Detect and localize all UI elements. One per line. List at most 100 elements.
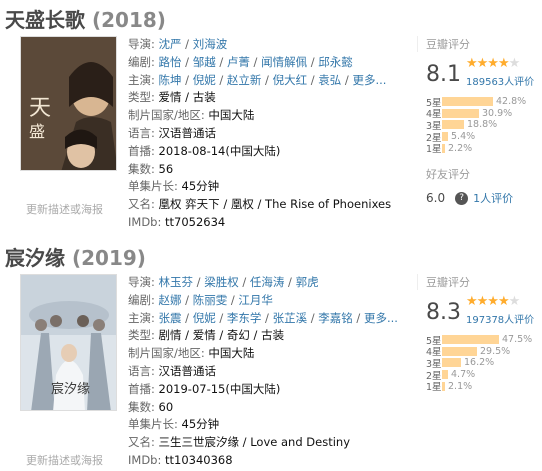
rating-breakdown: 5星 42.8% 4星 30.9% 3星 18.8% 2星 5.4% 1星 2.2% [426,96,538,156]
writer-link[interactable]: 邹越 [193,55,216,69]
rating-header: 豆瓣评分 [426,276,470,289]
rating-bar [442,120,464,130]
bar-row-3: 3星 16.2% [426,357,495,370]
premiere-row: 首播: 2019-07-15(中国大陆) [128,381,281,396]
rating-score: 8.3 [426,300,461,325]
friends-header: 好友评分 [426,168,470,181]
info-panel: 导演: 沈严 / 刘海波 编剧: 路怡 / 邹越 / 卢菁 / 闻情解佩 / 邱… [128,36,398,232]
update-poster-link[interactable]: 更新描述或海报 [26,201,103,217]
rating-bar [442,358,461,368]
writer-link[interactable]: 江月华 [238,293,273,307]
poster-image[interactable]: 天 盛 [20,36,117,171]
writer-link[interactable]: 陈丽雯 [193,293,228,307]
language-row: 语言: 汉语普通话 [128,125,217,140]
region-value: 中国大陆 [208,108,255,123]
director-link[interactable]: 任海涛 [250,275,285,289]
runtime-row: 单集片长: 45分钟 [128,179,220,194]
cast-link[interactable]: 倪大红 [273,73,308,87]
more-cast-link[interactable]: 更多... [352,73,386,87]
director-link[interactable]: 梁胜权 [204,275,239,289]
drama-title[interactable]: 宸汐缘 (2019) [5,242,146,271]
votes-link[interactable]: 189563人评价 [466,73,534,88]
imdb-row: IMDb: tt10340368 [128,452,233,467]
writer-link[interactable]: 卢菁 [227,55,250,69]
cast-link[interactable]: 陈坤 [159,73,182,87]
bar-row-5: 5星 42.8% [426,96,527,109]
director-link[interactable]: 林玉芬 [159,275,194,289]
cast-link[interactable]: 张芷溪 [273,311,308,325]
director-link[interactable]: 郭虎 [296,275,319,289]
poster-image[interactable]: 宸汐缘 [20,274,117,411]
cast-link[interactable]: 袁弘 [318,73,341,87]
title-text[interactable]: 宸汐缘 [5,246,65,270]
premiere-value: 2019-07-15(中国大陆) [158,381,281,396]
cast-link[interactable]: 赵立新 [227,73,262,87]
friends-rating: 好友评分 6.0 ? 1人评价 [426,166,541,206]
rating-score: 8.1 [426,62,461,87]
votes-link[interactable]: 197378人评价 [466,311,534,326]
region-row: 制片国家/地区: 中国大陆 [128,108,255,123]
writer-link[interactable]: 邱永懿 [318,55,353,69]
rating-panel: 豆瓣评分 8.3 ★★★★★ 197378人评价 5星 47.5% 4星 29.5%… [417,274,537,393]
episodes-value: 60 [158,399,174,414]
aka-value: 凰权 弈天下 / 凰权 / The Rise of Phoenixes [158,197,392,212]
director-row: 导演: 林玉芬 / 梁胜权 / 任海涛 / 郭虎 [128,275,319,289]
friends-score: 6.0 [426,191,446,205]
premiere-value: 2018-08-14(中国大陆) [158,143,281,158]
aka-row: 又名: 凰权 弈天下 / 凰权 / The Rise of Phoenixes [128,197,392,212]
update-poster-link[interactable]: 更新描述或海报 [26,452,103,468]
aka-value: 三生三世宸汐缘 / Love and Destiny [158,435,351,450]
episodes-row: 集数: 56 [128,161,174,176]
year-text: (2018) [91,8,166,32]
region-value: 中国大陆 [208,346,255,361]
cast-link[interactable]: 李嘉铭 [318,311,353,325]
svg-text:天: 天 [29,96,51,121]
rating-bar [442,381,445,391]
rating-stars: ★★★★★ [466,56,520,71]
cast-row: 主演: 陈坤 / 倪妮 / 赵立新 / 倪大红 / 袁弘 / 更多... [128,72,387,87]
cast-link[interactable]: 倪妮 [193,73,216,87]
cast-link[interactable]: 倪妮 [193,311,216,325]
runtime-value: 45分钟 [181,179,220,194]
imdb-value: tt7052634 [165,214,226,229]
rating-bar [442,132,448,142]
rating-stars: ★★★★★ [466,294,520,309]
region-row: 制片国家/地区: 中国大陆 [128,346,255,361]
rating-bar [442,370,448,380]
language-value: 汉语普通话 [158,125,217,140]
friends-count-link[interactable]: 1人评价 [473,190,513,206]
director-row: 导演: 沈严 / 刘海波 [128,37,228,51]
more-cast-link[interactable]: 更多... [364,311,398,325]
writer-link[interactable]: 闻情解佩 [261,55,307,69]
user-avatar-icon: ? [455,191,469,205]
language-row: 语言: 汉语普通话 [128,363,217,378]
svg-text:盛: 盛 [29,122,45,141]
genre-value: 爱情 / 古装 [158,90,216,105]
director-link[interactable]: 沈严 [159,37,182,51]
drama-title[interactable]: 天盛长歌 (2018) [5,4,166,33]
language-value: 汉语普通话 [158,363,217,378]
genre-row: 类型: 爱情 / 古装 [128,90,216,105]
bar-row-4: 4星 29.5% [426,345,511,359]
year-text: (2019) [71,246,146,270]
title-text[interactable]: 天盛长歌 [5,8,85,32]
bar-row-1: 1星 2.2% [426,142,473,156]
episodes-row: 集数: 60 [128,399,174,414]
genre-row: 类型: 剧情 / 爱情 / 奇幻 / 古装 [128,328,285,343]
writer-link[interactable]: 赵娜 [159,293,182,307]
runtime-value: 45分钟 [181,417,220,432]
premiere-row: 首播: 2018-08-14(中国大陆) [128,143,281,158]
rating-breakdown: 5星 47.5% 4星 29.5% 3星 16.2% 2星 4.7% 1星 2.1% [426,334,538,393]
writer-row: 编剧: 赵娜 / 陈丽雯 / 江月华 [128,292,273,307]
rating-bar [442,143,445,153]
writer-link[interactable]: 路怡 [159,55,182,69]
bar-row-3: 3星 18.8% [426,119,498,132]
cast-link[interactable]: 李东学 [227,311,262,325]
imdb-row: IMDb: tt7052634 [128,214,226,229]
director-link[interactable]: 刘海波 [193,37,228,51]
aka-row: 又名: 三生三世宸汐缘 / Love and Destiny [128,435,351,450]
runtime-row: 单集片长: 45分钟 [128,417,220,432]
rating-header: 豆瓣评分 [426,38,470,51]
bar-row-2: 2星 4.7% [426,369,476,382]
cast-link[interactable]: 张震 [159,311,182,325]
